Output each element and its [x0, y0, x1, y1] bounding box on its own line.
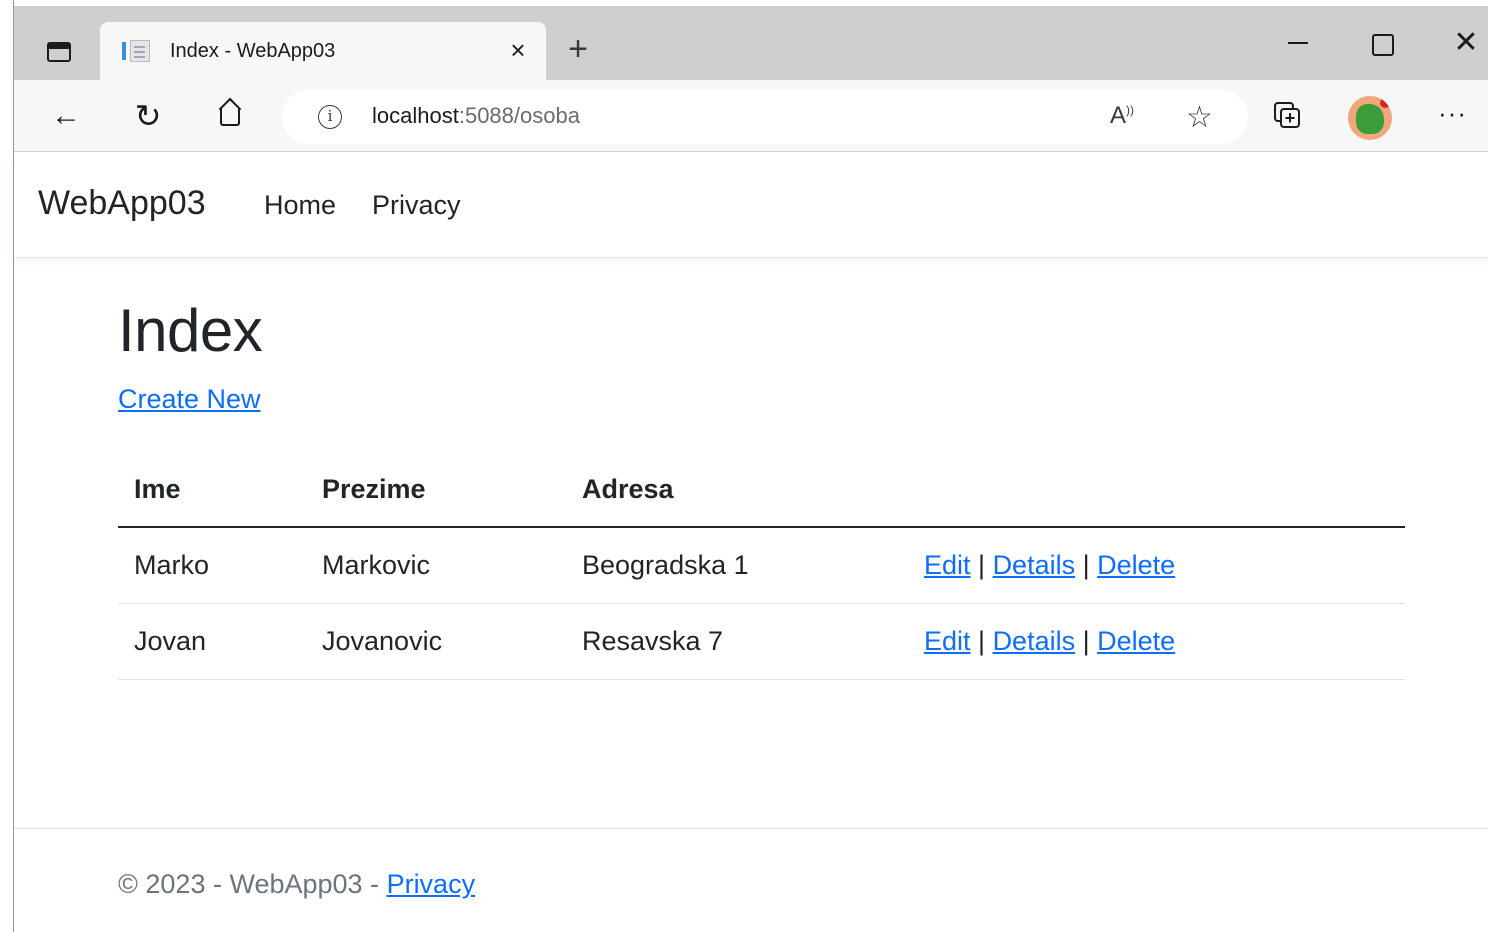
- nav-link-privacy[interactable]: Privacy: [372, 190, 461, 221]
- table-row: Jovan Jovanovic Resavska 7 Edit | Detail…: [118, 603, 1405, 680]
- action-separator: |: [978, 625, 993, 656]
- address-bar[interactable]: i localhost:5088/osoba A)) ☆: [282, 90, 1248, 144]
- cell-adresa: Beogradska 1: [566, 527, 908, 604]
- maximize-button[interactable]: [1362, 26, 1402, 62]
- refresh-icon[interactable]: ↻: [126, 94, 170, 138]
- create-new-link[interactable]: Create New: [118, 384, 261, 415]
- minimize-button[interactable]: [1278, 26, 1318, 62]
- back-icon[interactable]: ←: [44, 94, 88, 138]
- more-options-icon[interactable]: ···: [1438, 98, 1467, 129]
- window-close-button[interactable]: ✕: [1446, 26, 1486, 62]
- page-title: Index: [118, 297, 263, 364]
- url-host: localhost: [372, 103, 459, 128]
- table-row: Marko Markovic Beogradska 1 Edit | Detai…: [118, 527, 1405, 604]
- header-adresa: Adresa: [566, 452, 908, 528]
- tab-actions-icon: [47, 42, 71, 62]
- action-separator: |: [978, 549, 993, 580]
- footer-copyright: © 2023 - WebApp03 -: [118, 869, 387, 899]
- tab-active[interactable]: Index - WebApp03 ×: [100, 22, 546, 80]
- cell-actions: Edit | Details | Delete: [908, 603, 1405, 680]
- delete-link[interactable]: Delete: [1097, 550, 1175, 580]
- action-separator: |: [1082, 625, 1098, 656]
- read-aloud-glyph: A: [1110, 102, 1127, 129]
- edit-link[interactable]: Edit: [924, 626, 971, 656]
- cell-prezime: Markovic: [306, 527, 566, 604]
- cell-ime: Jovan: [118, 603, 306, 680]
- nav-link-home[interactable]: Home: [264, 190, 336, 221]
- header-actions: [908, 452, 1405, 528]
- profile-avatar[interactable]: [1348, 96, 1392, 140]
- osoba-table: Ime Prezime Adresa Marko Markovic Beogra…: [118, 452, 1405, 680]
- page-favicon-icon: [122, 40, 152, 62]
- header-prezime: Prezime: [306, 452, 566, 528]
- site-info-icon[interactable]: i: [318, 105, 342, 129]
- read-aloud-icon[interactable]: A)): [1110, 102, 1134, 130]
- browser-toolbar: ← ↻ i localhost:5088/osoba A)) ☆ + ···: [14, 80, 1488, 152]
- collections-icon[interactable]: +: [1272, 100, 1302, 130]
- navbar-brand[interactable]: WebApp03: [38, 184, 206, 223]
- edit-link[interactable]: Edit: [924, 550, 971, 580]
- footer-privacy-link[interactable]: Privacy: [387, 869, 476, 899]
- tab-close-icon[interactable]: ×: [504, 36, 532, 64]
- table-header-row: Ime Prezime Adresa: [118, 452, 1405, 528]
- home-icon[interactable]: [208, 94, 252, 138]
- cell-prezime: Jovanovic: [306, 603, 566, 680]
- details-link[interactable]: Details: [993, 626, 1076, 656]
- add-favorite-icon[interactable]: ☆: [1186, 100, 1213, 135]
- new-tab-button[interactable]: +: [560, 32, 596, 68]
- site-navbar: WebApp03 Home Privacy: [14, 152, 1488, 258]
- delete-link[interactable]: Delete: [1097, 626, 1175, 656]
- site-footer: © 2023 - WebApp03 - Privacy: [14, 828, 1488, 932]
- tab-title: Index - WebApp03: [170, 40, 336, 62]
- details-link[interactable]: Details: [993, 550, 1076, 580]
- window-edge: [0, 0, 14, 932]
- footer-text: © 2023 - WebApp03 - Privacy: [118, 869, 475, 900]
- cell-ime: Marko: [118, 527, 306, 604]
- cell-actions: Edit | Details | Delete: [908, 527, 1405, 604]
- cell-adresa: Resavska 7: [566, 603, 908, 680]
- header-ime: Ime: [118, 452, 306, 528]
- url-text[interactable]: localhost:5088/osoba: [372, 103, 580, 129]
- url-path: :5088/osoba: [458, 103, 580, 128]
- action-separator: |: [1082, 549, 1098, 580]
- tab-actions-button[interactable]: [36, 34, 82, 70]
